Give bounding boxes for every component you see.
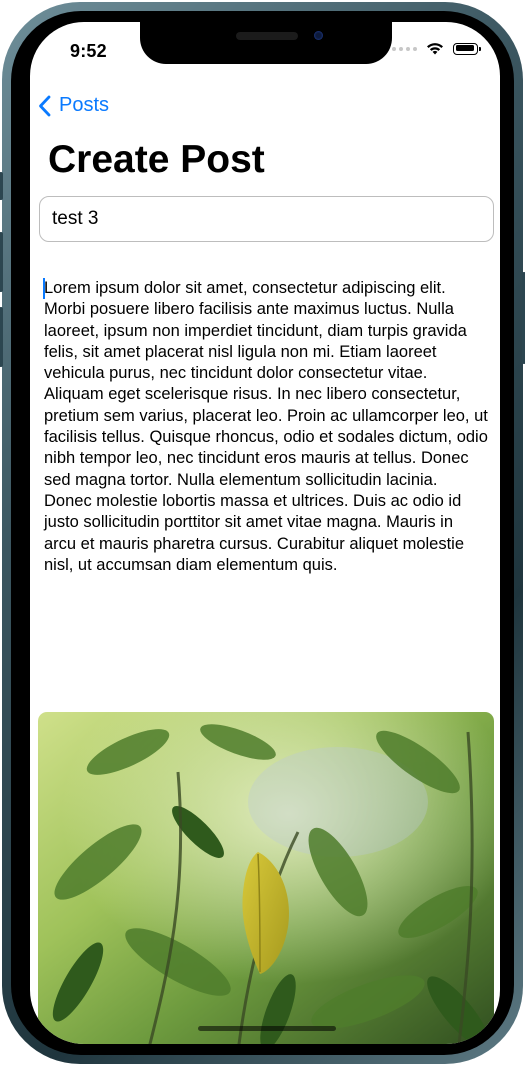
cellular-dots-icon [392, 46, 417, 51]
post-title-value: test 3 [52, 208, 99, 229]
post-title-input[interactable]: test 3 [39, 196, 494, 242]
silent-switch [0, 172, 3, 200]
front-camera [314, 31, 323, 40]
volume-up-button [0, 232, 3, 292]
notch [140, 22, 392, 64]
screen: 9:52 Posts Create Post test 3 Lorem ipsu… [30, 22, 500, 1044]
speaker [236, 32, 298, 40]
back-button[interactable]: Posts [38, 94, 109, 117]
leaves-image [38, 712, 494, 1044]
home-indicator[interactable] [198, 1026, 336, 1031]
volume-down-button [0, 307, 3, 367]
post-body-textarea[interactable]: Lorem ipsum dolor sit amet, consectetur … [44, 278, 489, 576]
chevron-left-icon [39, 95, 51, 116]
post-photo[interactable] [38, 712, 494, 1044]
page-title: Create Post [48, 138, 265, 181]
battery-icon [453, 42, 481, 55]
status-time: 9:52 [70, 41, 107, 61]
back-button-label: Posts [59, 94, 110, 116]
wifi-icon [427, 43, 443, 55]
status-icons [392, 42, 481, 55]
